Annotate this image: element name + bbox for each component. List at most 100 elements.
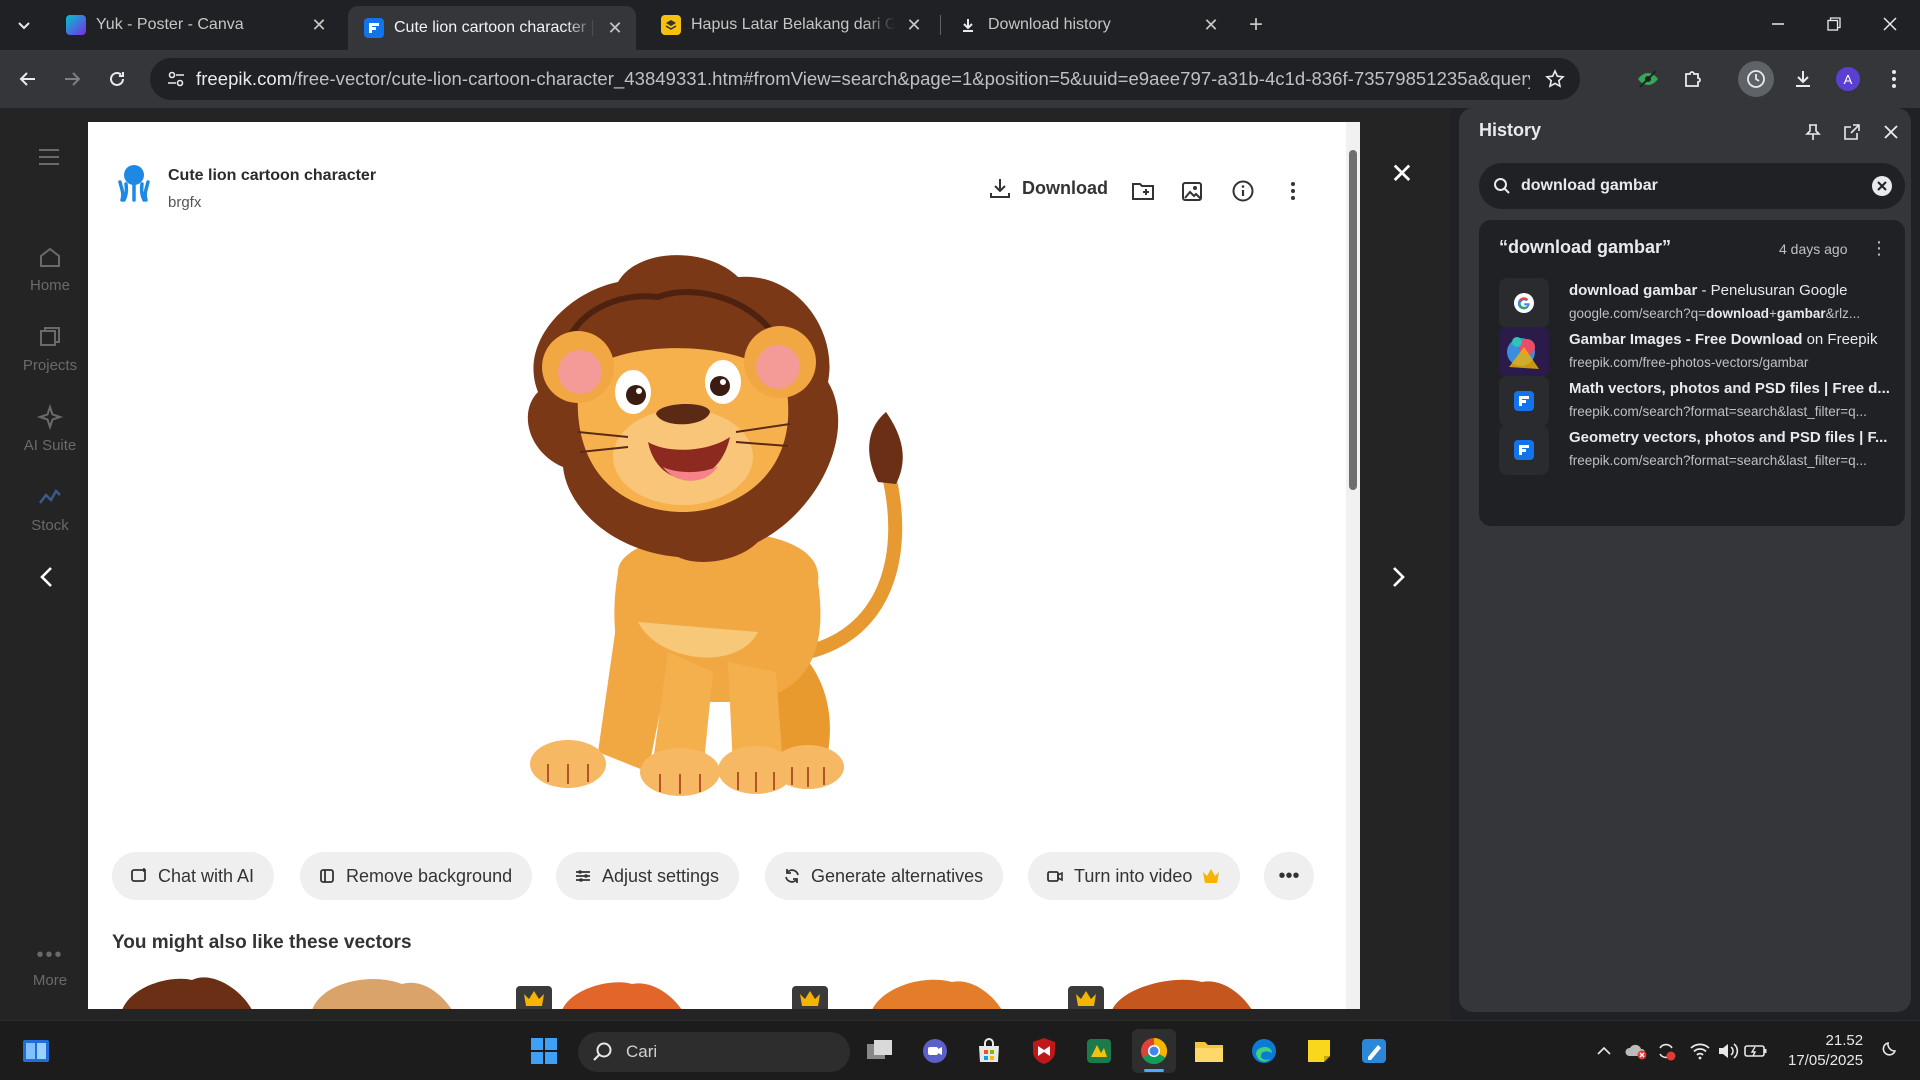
edge-app-button[interactable] [1242, 1029, 1286, 1073]
remove-background-button[interactable]: Remove background [300, 852, 533, 900]
url-path: /free-vector/cute-lion-cartoon-character… [292, 68, 1530, 89]
clock-date: 17/05/2025 [1788, 1052, 1864, 1069]
sidebar-item-ai-suite[interactable]: AI Suite [0, 403, 100, 454]
tab-search-button[interactable] [8, 10, 40, 40]
info-button[interactable] [1228, 176, 1258, 206]
minimize-button[interactable] [1750, 0, 1806, 48]
start-button[interactable] [522, 1029, 566, 1073]
address-bar[interactable]: freepik.com/free-vector/cute-lion-cartoo… [150, 58, 1580, 100]
sidebar-item-projects[interactable]: Projects [0, 323, 100, 374]
forward-button[interactable] [54, 61, 90, 97]
pin-panel-button[interactable] [1799, 118, 1827, 146]
show-hidden-icons-button[interactable] [1592, 1039, 1616, 1063]
task-view-icon [867, 1040, 892, 1059]
edit-image-button[interactable] [1178, 176, 1208, 206]
next-resource-button[interactable] [1383, 555, 1415, 599]
sidebar-item-label: Projects [22, 357, 78, 374]
store-app-button[interactable] [967, 1029, 1011, 1073]
close-window-button[interactable] [1862, 0, 1918, 48]
clear-search-icon[interactable] [1871, 175, 1893, 197]
new-tab-button[interactable]: + [1240, 10, 1272, 40]
game-app-button[interactable] [1077, 1029, 1121, 1073]
hamburger-menu-icon[interactable] [38, 148, 60, 166]
action-label: Chat with AI [158, 865, 255, 886]
turn-into-video-button[interactable]: Turn into video [1028, 852, 1241, 900]
taskbar-search[interactable]: Cari [578, 1032, 850, 1072]
download-button[interactable]: Download [988, 176, 1108, 200]
history-item[interactable]: Geometry vectors, photos and PSD files |… [1499, 425, 1899, 477]
open-in-new-icon [1844, 124, 1860, 140]
paint-app-button[interactable] [1352, 1029, 1396, 1073]
adjust-settings-button[interactable]: Adjust settings [556, 852, 740, 900]
widgets-button[interactable] [14, 1029, 58, 1073]
file-explorer-button[interactable] [1187, 1029, 1231, 1073]
chrome-app-button[interactable] [1132, 1029, 1176, 1073]
history-item[interactable]: download gambar - Penelusuran Google goo… [1499, 278, 1899, 330]
title-rest: - Penelusuran Google [1697, 282, 1848, 299]
author-avatar[interactable] [112, 160, 156, 204]
history-side-panel: History download gambar “download gambar… [1450, 108, 1920, 1020]
save-to-collection-button[interactable] [1128, 176, 1158, 206]
previous-resource-button[interactable] [30, 555, 62, 599]
more-vertical-icon [1892, 70, 1896, 88]
scrollbar-thumb[interactable] [1349, 150, 1357, 490]
tab-canva[interactable]: Yuk - Poster - Canva ✕ [50, 6, 340, 44]
windows-taskbar: Cari 21.52 17/05/2025 [0, 1020, 1920, 1080]
history-search-input[interactable]: download gambar [1521, 177, 1871, 195]
history-item[interactable]: Math vectors, photos and PSD files | Fre… [1499, 376, 1899, 428]
browser-menu-button[interactable] [1876, 61, 1912, 97]
open-in-new-tab-button[interactable] [1838, 118, 1866, 146]
back-button[interactable] [10, 61, 46, 97]
tab-remove-bg[interactable]: Hapus Latar Belakang dari Gambar ✕ [645, 6, 935, 44]
cluster-menu-button[interactable]: ⋮ [1869, 238, 1889, 258]
wifi-icon[interactable] [1688, 1039, 1712, 1063]
tab-freepik[interactable]: Cute lion cartoon character | Freepik ✕ [348, 6, 636, 50]
sidebar-item-stock[interactable]: Stock [0, 483, 100, 534]
more-horizontal-icon: ••• [36, 944, 64, 966]
author-name[interactable]: brgfx [168, 194, 201, 211]
sticky-notes-button[interactable] [1297, 1029, 1341, 1073]
history-item[interactable]: Gambar Images - Free Download on Freepik… [1499, 327, 1899, 379]
close-tab-icon[interactable]: ✕ [1200, 14, 1222, 36]
site-info-icon[interactable] [156, 58, 196, 100]
tab-download-history[interactable]: Download history ✕ [942, 6, 1232, 44]
cluster-time: 4 days ago [1779, 241, 1848, 257]
downloads-icon[interactable] [1785, 61, 1821, 97]
mcafee-app-button[interactable] [1022, 1029, 1066, 1073]
generate-alternatives-button[interactable]: Generate alternatives [765, 852, 1004, 900]
close-tab-icon[interactable]: ✕ [308, 14, 330, 36]
restore-button[interactable] [1806, 0, 1862, 48]
close-icon [1883, 17, 1897, 31]
task-view-button[interactable] [858, 1029, 902, 1073]
profile-avatar[interactable]: A [1830, 61, 1866, 97]
related-thumbnail-4 [792, 979, 1002, 1009]
sidebar-item-label: Stock [31, 517, 69, 534]
sync-error-icon[interactable] [1654, 1039, 1678, 1063]
history-toolbar-icon[interactable] [1738, 61, 1774, 97]
volume-icon[interactable] [1716, 1039, 1740, 1063]
reload-button[interactable] [99, 61, 135, 97]
more-options-button[interactable] [1278, 176, 1308, 206]
close-tab-icon[interactable]: ✕ [903, 14, 925, 36]
chevron-up-icon [1597, 1046, 1611, 1055]
meet-app-button[interactable] [913, 1029, 957, 1073]
bookmark-star-icon[interactable] [1530, 58, 1580, 100]
lion-illustration[interactable] [508, 252, 928, 812]
close-tab-icon[interactable]: ✕ [604, 17, 626, 39]
extensions-puzzle-icon[interactable] [1675, 61, 1711, 97]
onedrive-icon[interactable] [1624, 1039, 1648, 1063]
url-text[interactable]: freepik.com/free-vector/cute-lion-cartoo… [196, 68, 1530, 90]
extension-eye-icon[interactable] [1630, 61, 1666, 97]
notifications-icon[interactable] [1876, 1039, 1900, 1063]
battery-icon[interactable] [1744, 1039, 1768, 1063]
system-clock[interactable]: 21.52 17/05/2025 [1788, 1031, 1863, 1071]
chat-with-ai-button[interactable]: Chat with AI [112, 852, 275, 900]
close-modal-button[interactable]: ✕ [1388, 160, 1416, 188]
sidebar-item-home[interactable]: Home [0, 243, 100, 294]
more-actions-button[interactable]: ••• [1264, 852, 1314, 900]
close-panel-button[interactable] [1877, 118, 1905, 146]
modal-scrollbar[interactable] [1346, 122, 1360, 1009]
pin-icon [1805, 124, 1821, 140]
history-search-box[interactable]: download gambar [1479, 163, 1905, 209]
sidebar-item-more[interactable]: ••• More [0, 944, 100, 989]
